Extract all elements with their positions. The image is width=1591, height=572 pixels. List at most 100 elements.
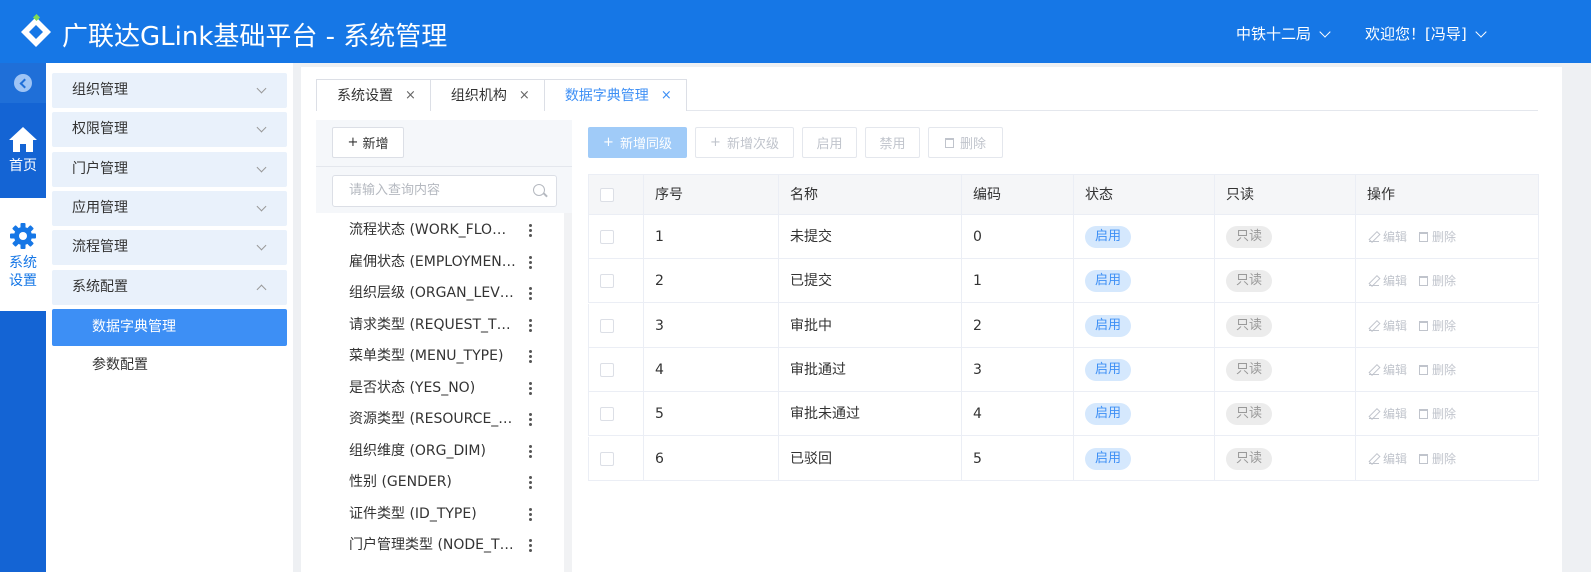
close-icon[interactable]: × [661, 80, 672, 112]
edit-link[interactable]: 编辑 [1383, 215, 1407, 259]
row-checkbox[interactable] [600, 362, 614, 377]
row-actions: 编辑 删除 [1369, 304, 1456, 348]
user-menu[interactable]: 欢迎您！[冯导] [1365, 23, 1487, 44]
sidebar-subitem-params[interactable]: 参数配置 [52, 347, 287, 384]
dict-search-input[interactable]: 请输入查询内容 [332, 175, 557, 207]
edit-icon [1369, 321, 1379, 331]
table-header: 序号 名称 编码 状态 只读 操作 [588, 174, 1539, 215]
table-row[interactable]: 1 未提交 0 启用 只读 编辑 删除 [588, 215, 1539, 259]
row-checkbox[interactable] [600, 318, 614, 333]
more-vertical-icon[interactable] [529, 539, 532, 552]
dict-list-item[interactable]: 流程状态 (WORK_FLOW_STATUS) [349, 215, 549, 245]
add-sibling-label: 新增同级 [619, 137, 672, 152]
table-row[interactable]: 3 审批中 2 启用 只读 编辑 删除 [588, 303, 1539, 348]
more-vertical-icon[interactable] [529, 413, 532, 426]
top-header: 广联达GLink基础平台 - 系统管理 中铁十二局 欢迎您！[冯导] [0, 0, 1591, 63]
more-vertical-icon[interactable] [529, 350, 532, 363]
home-icon [9, 127, 37, 152]
sidebar-item-workflow[interactable]: 流程管理 [52, 230, 287, 265]
delete-link[interactable]: 删除 [1432, 259, 1456, 303]
row-checkbox[interactable] [600, 274, 614, 289]
org-selector[interactable]: 中铁十二局 [1236, 23, 1331, 44]
user-greeting: 欢迎您！[冯导] [1365, 25, 1467, 43]
add-dict-button[interactable]: + 新增 [332, 127, 404, 158]
edit-link[interactable]: 编辑 [1383, 304, 1407, 348]
delete-link[interactable]: 删除 [1432, 348, 1456, 392]
glink-logo-icon [21, 14, 51, 47]
dict-list-item[interactable]: 证件类型 (ID_TYPE) [349, 499, 549, 529]
column-divider [1214, 174, 1215, 481]
table-row[interactable]: 6 已驳回 5 启用 只读 编辑 删除 [588, 436, 1539, 481]
more-vertical-icon[interactable] [529, 287, 532, 300]
enable-button[interactable]: 启用 [802, 127, 857, 158]
add-child-label: 新增次级 [726, 137, 779, 152]
dict-list-item[interactable]: 请求类型 (REQUEST_TYPE) [349, 310, 549, 340]
plus-icon: + [603, 135, 614, 150]
dict-list-item[interactable]: 性别 (GENDER) [349, 467, 549, 497]
cell-name: 审批未通过 [790, 406, 860, 423]
close-icon[interactable]: × [519, 80, 530, 112]
dict-list-item[interactable]: 资源类型 (RESOURCE_TYPE) [349, 404, 549, 434]
dict-item-label: 门户管理类型 (NODE_TYPE) [349, 537, 519, 553]
sidebar-subitem-data-dict[interactable]: 数据字典管理 [52, 309, 287, 346]
more-vertical-icon[interactable] [529, 255, 532, 269]
dict-list-item[interactable]: 组织维度 (ORG_DIM) [349, 436, 549, 466]
cell-code: 5 [973, 450, 982, 467]
table-row[interactable]: 5 审批未通过 4 启用 只读 编辑 删除 [588, 392, 1539, 437]
search-icon[interactable] [533, 184, 545, 196]
dict-item-label: 请求类型 (REQUEST_TYPE) [349, 316, 519, 333]
more-vertical-icon[interactable] [529, 444, 532, 458]
delete-link[interactable]: 删除 [1432, 215, 1456, 259]
dict-list-item[interactable]: 菜单类型 (MENU_TYPE) [349, 341, 549, 371]
close-icon[interactable]: × [405, 80, 416, 112]
row-checkbox[interactable] [600, 230, 614, 244]
more-vertical-icon[interactable] [529, 381, 532, 395]
sidebar-item-app[interactable]: 应用管理 [52, 191, 287, 226]
collapse-button[interactable] [0, 63, 46, 103]
tab-org-structure[interactable]: 组织机构 × [430, 79, 545, 112]
delete-link[interactable]: 删除 [1432, 304, 1456, 348]
more-vertical-icon[interactable] [529, 476, 532, 489]
chevron-down-icon [256, 162, 267, 173]
sidebar-item-label: 权限管理 [72, 121, 128, 137]
dict-list-scrollbar[interactable] [564, 213, 572, 572]
chevron-down-icon [1475, 25, 1487, 38]
edit-link[interactable]: 编辑 [1383, 348, 1407, 392]
rail-system-settings[interactable]: 系统设置 [0, 198, 46, 311]
edit-link[interactable]: 编辑 [1383, 259, 1407, 303]
dict-list-item[interactable]: 是否状态 (YES_NO) [349, 373, 549, 403]
add-sibling-button[interactable]: + 新增同级 [588, 127, 687, 158]
row-actions: 编辑 删除 [1369, 437, 1456, 481]
dict-list-item[interactable]: 组织层级 (ORGAN_LEVEL) [349, 278, 549, 308]
sidebar-item-permission[interactable]: 权限管理 [52, 112, 287, 147]
enable-label: 启用 [816, 137, 843, 152]
edit-link[interactable]: 编辑 [1383, 437, 1407, 481]
select-all-checkbox[interactable] [600, 188, 614, 202]
dict-list-item[interactable]: 门户管理类型 (NODE_TYPE) [349, 530, 549, 560]
table-row[interactable]: 2 已提交 1 启用 只读 编辑 删除 [588, 259, 1539, 304]
row-checkbox[interactable] [600, 407, 614, 422]
more-vertical-icon[interactable] [529, 224, 532, 237]
gear-icon [10, 223, 36, 249]
delete-link[interactable]: 删除 [1432, 392, 1456, 436]
dict-list-item[interactable]: 雇佣状态 (EMPLOYMENT_STATUS) [349, 247, 549, 277]
row-checkbox[interactable] [600, 451, 614, 466]
edit-icon [1369, 409, 1379, 420]
delete-button[interactable]: 删除 [928, 127, 1003, 158]
table-row[interactable]: 4 审批通过 3 启用 只读 编辑 删除 [588, 347, 1539, 392]
add-child-button[interactable]: + 新增次级 [695, 127, 794, 158]
sidebar-item-system-config[interactable]: 系统配置 [52, 270, 287, 305]
more-vertical-icon[interactable] [529, 507, 532, 521]
rail-home[interactable]: 首页 [0, 125, 46, 195]
disable-button[interactable]: 禁用 [865, 127, 920, 158]
tab-system-settings[interactable]: 系统设置 × [316, 79, 431, 111]
tab-label: 数据字典管理 [564, 87, 649, 104]
delete-link[interactable]: 删除 [1432, 437, 1456, 481]
tab-data-dict[interactable]: 数据字典管理 × [544, 79, 687, 112]
sidebar-item-portal[interactable]: 门户管理 [52, 152, 287, 187]
cell-code: 3 [973, 361, 982, 378]
edit-link[interactable]: 编辑 [1383, 392, 1407, 436]
sidebar-item-org[interactable]: 组织管理 [52, 73, 287, 108]
more-vertical-icon[interactable] [529, 318, 532, 332]
readonly-badge: 只读 [1226, 314, 1273, 337]
